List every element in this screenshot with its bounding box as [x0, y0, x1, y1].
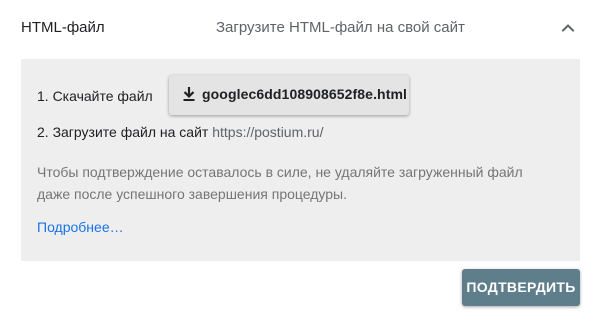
site-url: https://postium.ru/ [212, 124, 324, 140]
step1-label: 1. Скачайте файл [37, 88, 153, 104]
download-icon [180, 85, 198, 103]
step2-line: 2. Загрузите файл на сайт https://postiu… [37, 124, 324, 140]
download-file-button[interactable]: googlec6dd108908652f8e.html [169, 75, 409, 115]
retention-note: Чтобы подтверждение оставалось в силе, н… [37, 164, 523, 202]
instructions-panel: 1. Скачайте файл googlec6dd108908652f8e.… [21, 59, 580, 261]
method-subtitle: Загрузите HTML-файл на свой сайт [216, 19, 465, 36]
verification-method-header[interactable]: HTML-файл Загрузите HTML-файл на свой са… [0, 0, 600, 58]
step2-label: 2. Загрузите файл на сайт [37, 124, 209, 140]
learn-more-link[interactable]: Подробнее… [37, 219, 124, 235]
method-title: HTML-файл [21, 19, 105, 36]
confirm-button[interactable]: ПОДТВЕРДИТЬ [462, 269, 580, 306]
chevron-up-icon[interactable] [558, 18, 578, 38]
download-filename: googlec6dd108908652f8e.html [202, 86, 408, 102]
